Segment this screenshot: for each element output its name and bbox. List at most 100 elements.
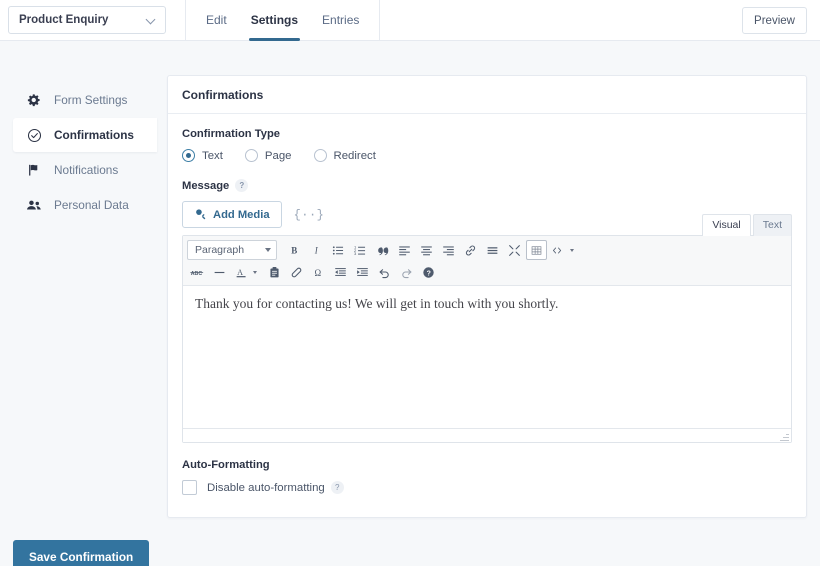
svg-text:Ω: Ω	[314, 267, 321, 277]
tab-settings[interactable]: Settings	[239, 0, 310, 41]
confirmation-type-label: Confirmation Type	[182, 128, 792, 140]
toolbar-toggle-icon[interactable]	[548, 240, 569, 260]
sidebar-item-personal-data[interactable]: Personal Data	[13, 188, 157, 222]
save-confirmation-label: Save Confirmation	[29, 549, 134, 564]
radio-option-redirect[interactable]: Redirect	[313, 149, 376, 162]
add-media-label: Add Media	[213, 208, 270, 221]
editor-mode-tabs: Visual Text	[702, 214, 792, 236]
link-icon[interactable]	[460, 240, 481, 260]
svg-text:A: A	[237, 267, 243, 276]
format-select[interactable]: Paragraph	[187, 240, 277, 260]
svg-text:?: ?	[427, 270, 431, 277]
distraction-free-icon[interactable]	[504, 240, 525, 260]
sidebar-item-form-settings[interactable]: Form Settings	[13, 83, 157, 117]
special-character-icon[interactable]: Ω	[308, 262, 329, 282]
numbered-list-icon[interactable]: 1 2 3	[350, 240, 371, 260]
editor-tab-text-label: Text	[762, 219, 782, 231]
outdent-icon[interactable]	[330, 262, 351, 282]
align-left-icon[interactable]	[394, 240, 415, 260]
form-selector-value: Product Enquiry	[19, 14, 109, 26]
preview-button[interactable]: Preview	[742, 7, 807, 34]
disable-auto-formatting-row[interactable]: Disable auto-formatting ?	[182, 480, 792, 495]
editor-tab-visual-label: Visual	[712, 219, 741, 231]
radio-option-text[interactable]: Text	[182, 149, 223, 162]
merge-tag-icon[interactable]: {··}	[294, 208, 325, 222]
radio-redirect-input[interactable]	[313, 149, 327, 162]
wysiwyg-editor: Paragraph B I 1 2 3 ABC A Ω ? Thank you …	[182, 235, 792, 443]
chevron-down-icon	[265, 248, 271, 252]
message-label: Message ?	[182, 179, 792, 192]
auto-formatting-help-icon[interactable]: ?	[330, 481, 344, 494]
top-bar: Product Enquiry Edit Settings Entries Pr…	[0, 0, 820, 41]
sidebar-item-notifications-label: Notifications	[54, 163, 119, 177]
svg-text:3: 3	[354, 251, 357, 256]
editor-tab-visual[interactable]: Visual	[702, 214, 751, 236]
bold-icon[interactable]: B	[284, 240, 305, 260]
blockquote-icon[interactable]	[372, 240, 393, 260]
clear-formatting-icon[interactable]	[286, 262, 307, 282]
confirmation-type-radio-group: Text Page Redirect	[182, 149, 792, 162]
form-selector-dropdown[interactable]: Product Enquiry	[8, 6, 166, 34]
bulleted-list-icon[interactable]	[328, 240, 349, 260]
align-right-icon[interactable]	[438, 240, 459, 260]
format-select-value: Paragraph	[195, 244, 245, 256]
paste-as-text-icon[interactable]	[264, 262, 285, 282]
indent-icon[interactable]	[352, 262, 373, 282]
horizontal-rule-icon[interactable]	[209, 262, 230, 282]
tab-entries-label: Entries	[322, 13, 360, 27]
panel-body: Confirmation Type Text Page Redirect Mes…	[168, 114, 806, 517]
editor-toolbar-row-1: Paragraph B I 1 2 3	[187, 239, 787, 261]
read-more-icon[interactable]	[482, 240, 503, 260]
radio-redirect-label: Redirect	[333, 149, 376, 162]
tab-edit-label: Edit	[206, 13, 227, 27]
table-icon[interactable]	[526, 240, 547, 260]
message-help-icon[interactable]: ?	[235, 179, 249, 192]
svg-text:B: B	[291, 245, 297, 255]
toolbar-toggle-caret-icon[interactable]	[570, 248, 574, 252]
confirmations-panel: Confirmations Confirmation Type Text Pag…	[167, 75, 807, 518]
message-label-text: Message	[182, 179, 230, 192]
message-editor-text: Thank you for contacting us! We will get…	[195, 296, 559, 311]
add-media-button[interactable]: Add Media	[182, 201, 282, 228]
strikethrough-icon[interactable]: ABC	[187, 262, 208, 282]
media-icon	[194, 208, 207, 221]
align-center-icon[interactable]	[416, 240, 437, 260]
flag-icon	[24, 163, 44, 177]
disable-auto-formatting-label: Disable auto-formatting	[207, 481, 325, 494]
italic-icon[interactable]: I	[306, 240, 327, 260]
radio-text-input[interactable]	[182, 149, 195, 162]
page-content: Form Settings Confirmations Notification…	[0, 41, 820, 518]
sidebar-item-confirmations[interactable]: Confirmations	[13, 118, 157, 152]
radio-page-input[interactable]	[244, 149, 258, 162]
confirmation-type-label-text: Confirmation Type	[182, 128, 280, 140]
auto-formatting-label: Auto-Formatting	[182, 459, 792, 471]
disable-auto-formatting-checkbox[interactable]	[182, 480, 197, 495]
text-color-icon[interactable]: A	[231, 262, 252, 282]
svg-text:ABC: ABC	[191, 270, 203, 276]
auto-formatting-section: Auto-Formatting Disable auto-formatting …	[182, 459, 792, 495]
sidebar-item-form-settings-label: Form Settings	[54, 93, 128, 107]
editor-toolbar-row-2: ABC A Ω ?	[187, 261, 787, 283]
main-tabs: Edit Settings Entries	[185, 0, 381, 41]
media-bar: Add Media {··}	[182, 201, 792, 228]
message-editor-wrapper: Visual Text Paragraph B I 1 2 3 ABC A Ω …	[182, 214, 792, 443]
editor-tab-text[interactable]: Text	[752, 214, 792, 236]
gear-icon	[24, 93, 44, 107]
editor-status-bar	[183, 428, 791, 442]
undo-icon[interactable]	[374, 262, 395, 282]
radio-text-label: Text	[202, 149, 223, 162]
settings-sidebar: Form Settings Confirmations Notification…	[13, 75, 157, 518]
tab-entries[interactable]: Entries	[310, 0, 371, 41]
help-icon[interactable]: ?	[418, 262, 439, 282]
tab-edit[interactable]: Edit	[194, 0, 239, 41]
check-circle-icon	[24, 128, 44, 143]
sidebar-item-notifications[interactable]: Notifications	[13, 153, 157, 187]
message-editor-body[interactable]: Thank you for contacting us! We will get…	[183, 286, 791, 428]
panel-title-label: Confirmations	[182, 87, 264, 102]
radio-option-page[interactable]: Page	[244, 149, 292, 162]
editor-resize-handle[interactable]	[780, 432, 789, 441]
save-confirmation-button[interactable]: Save Confirmation	[13, 540, 150, 566]
redo-icon[interactable]	[396, 262, 417, 282]
text-color-caret-icon[interactable]	[253, 270, 257, 274]
preview-button-label: Preview	[754, 14, 795, 27]
